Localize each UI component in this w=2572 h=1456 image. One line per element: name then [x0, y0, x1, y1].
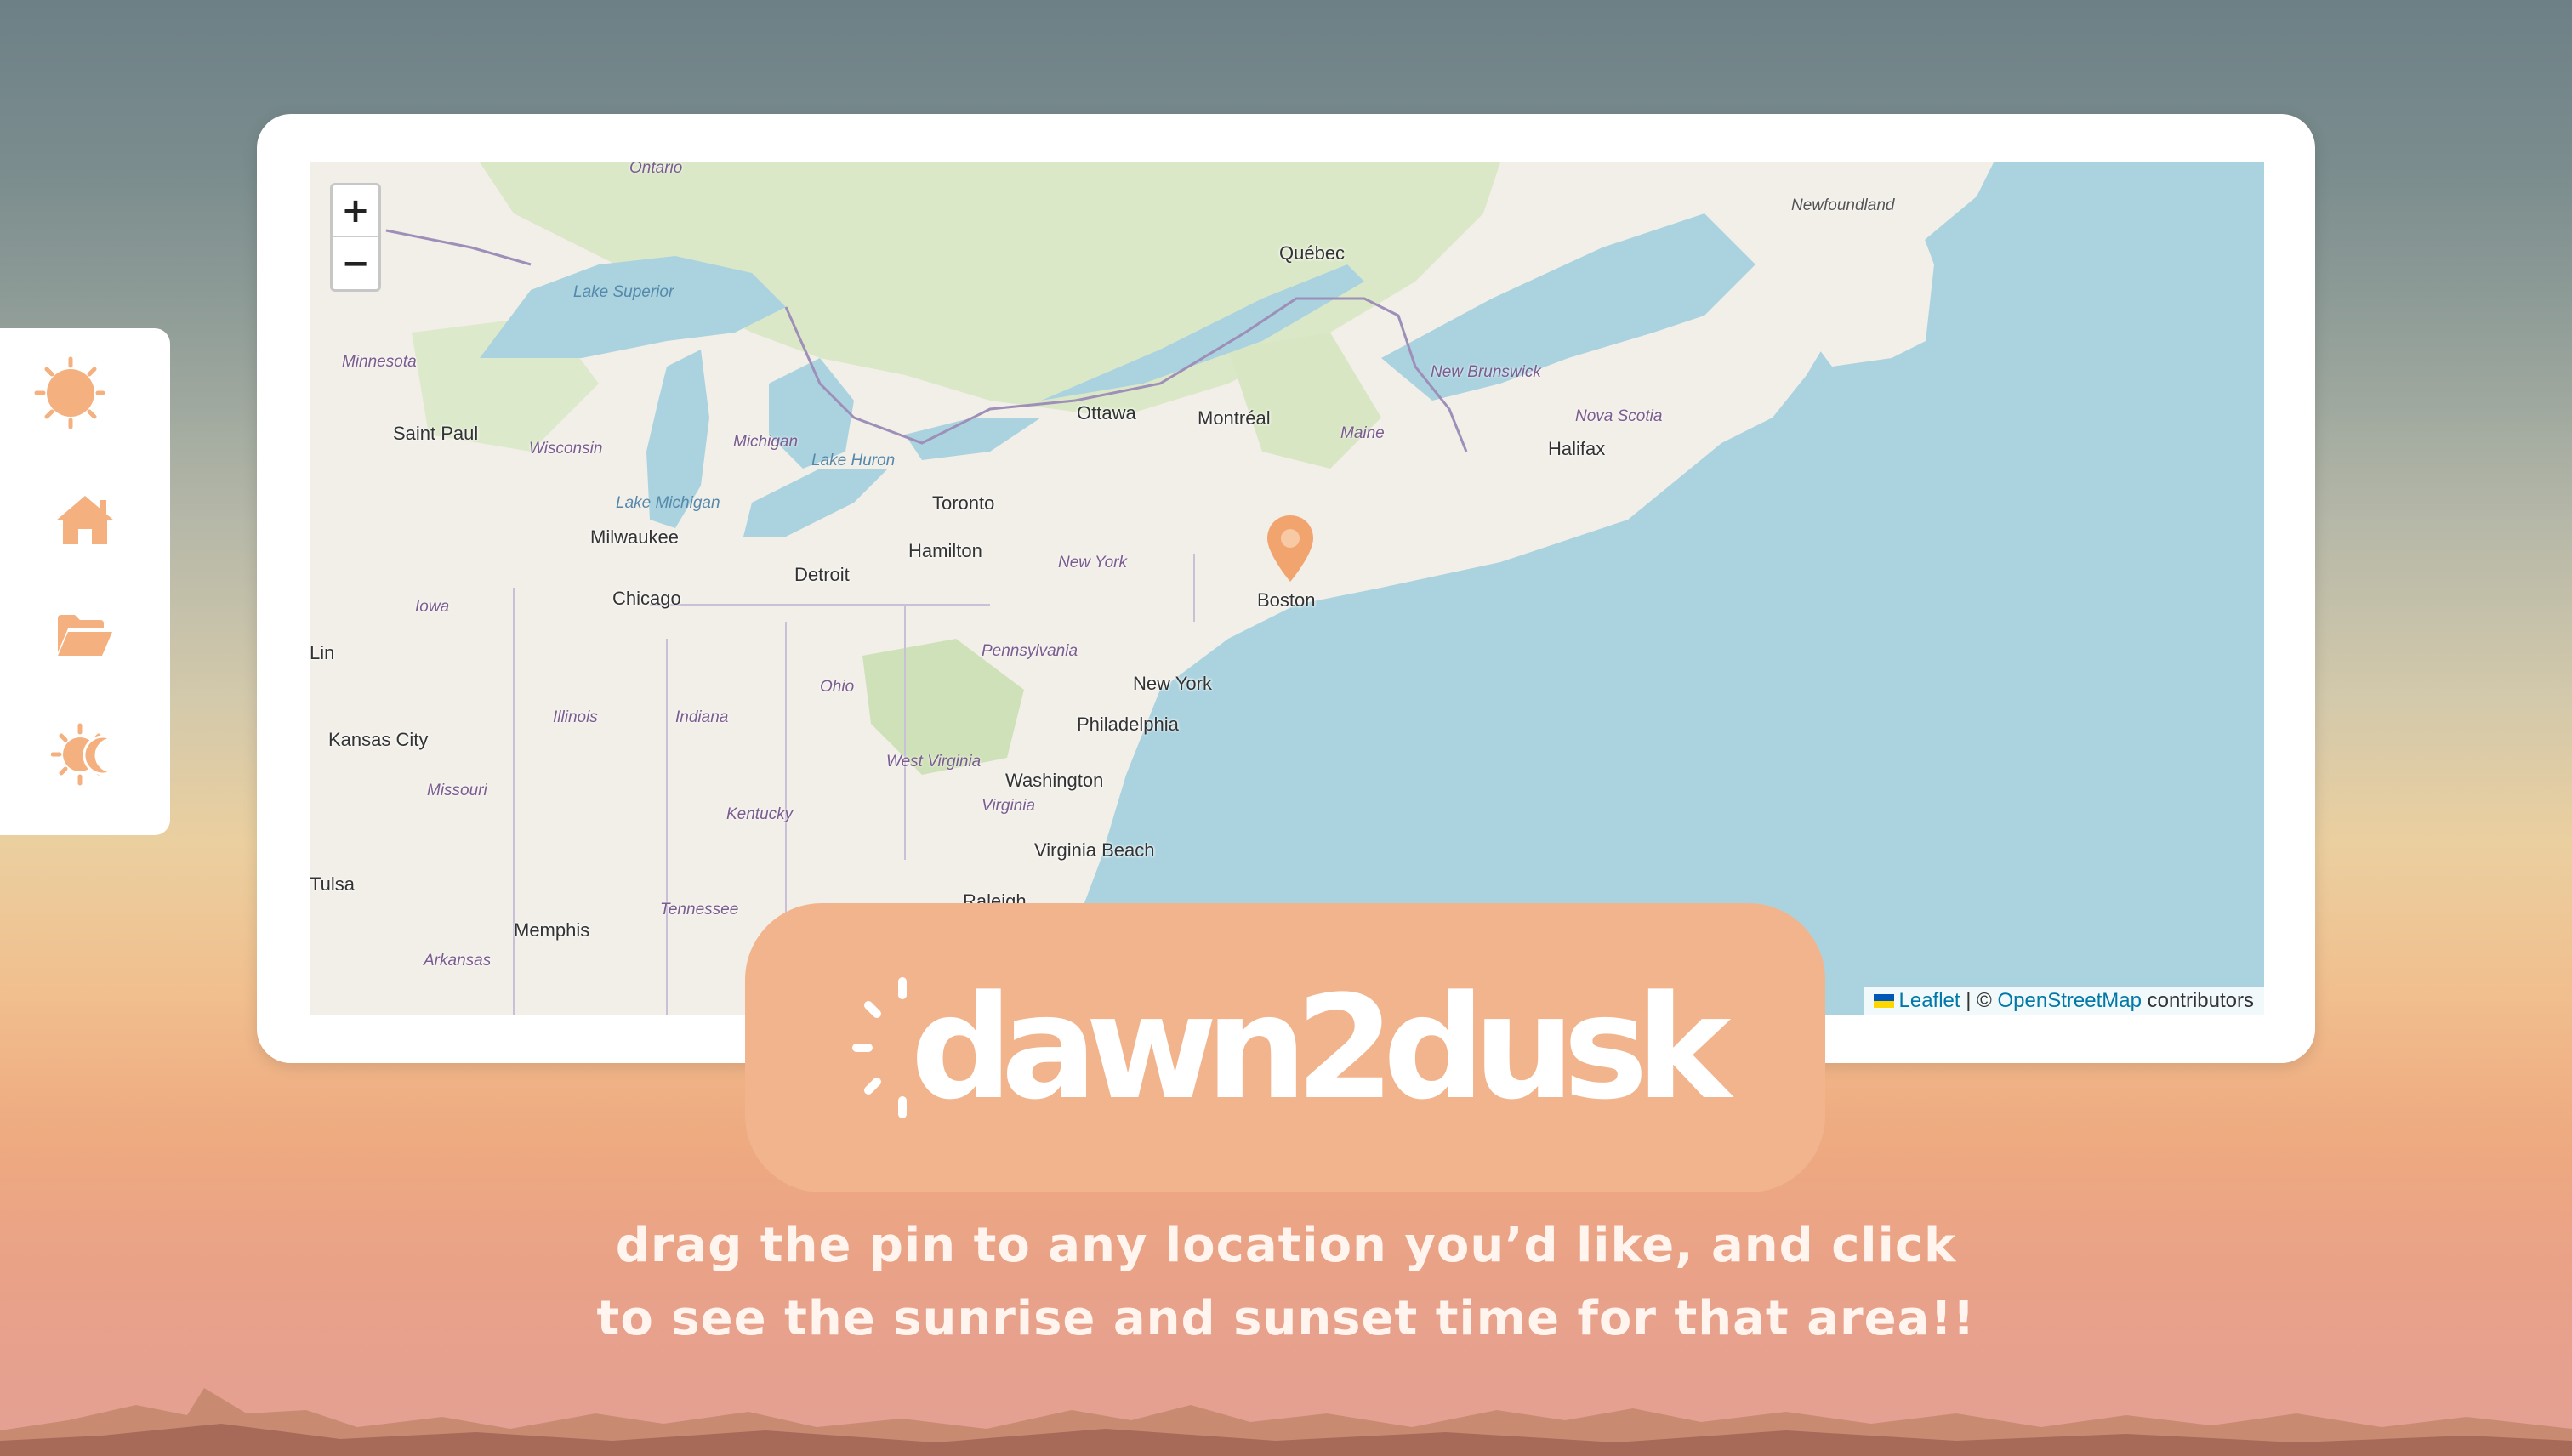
leaflet-link[interactable]: Leaflet — [1899, 989, 1960, 1012]
ukraine-flag-icon — [1873, 994, 1894, 1008]
folder-open-icon[interactable] — [0, 606, 170, 665]
map-label: Indiana — [675, 708, 729, 726]
mountains-decoration — [0, 1388, 2572, 1456]
map-label: Virginia — [982, 797, 1036, 815]
map-label: Kansas City — [328, 729, 429, 750]
attribution-suffix: contributors — [2141, 989, 2254, 1012]
map-label: Tulsa — [310, 873, 355, 895]
map-label: New Brunswick — [1431, 363, 1541, 381]
map-label: West Virginia — [886, 753, 982, 771]
attribution-separator: | © — [1960, 989, 1998, 1012]
map-label: Chicago — [612, 588, 681, 609]
map-label: Iowa — [415, 598, 450, 616]
map-label: Washington — [1005, 770, 1104, 791]
map-label: Philadelphia — [1077, 714, 1179, 735]
map-label: Detroit — [794, 564, 850, 585]
map-label: Lin — [310, 642, 335, 663]
map-label: Lake Huron — [811, 452, 896, 469]
map-label: Newfoundland — [1791, 196, 1895, 214]
map-label: Ontario — [629, 162, 683, 177]
map-label: New York — [1133, 673, 1212, 694]
osm-link[interactable]: OpenStreetMap — [1998, 989, 2142, 1012]
map-label: Minnesota — [342, 353, 417, 371]
map-label: Memphis — [514, 919, 590, 941]
map-label: Ottawa — [1077, 402, 1136, 424]
logo-banner: dawn2dusk — [745, 903, 1825, 1192]
map-label: Lake Michigan — [616, 494, 720, 512]
map-label: Halifax — [1548, 438, 1606, 459]
sun-moon-logo-icon[interactable] — [0, 354, 170, 432]
app-logo: dawn2dusk — [851, 964, 1732, 1131]
location-pin-icon[interactable] — [1266, 514, 1315, 583]
map-attribution: Leaflet | © OpenStreetMap contributors — [1863, 987, 2264, 1015]
map-label: Virginia Beach — [1034, 839, 1155, 861]
tagline-line-2: to see the sunrise and sunset time for t… — [596, 1291, 1976, 1346]
zoom-out-button[interactable]: − — [333, 237, 378, 289]
tagline: drag the pin to any location you’d like,… — [0, 1209, 2572, 1356]
map-label: Michigan — [733, 433, 799, 451]
map-label: Kentucky — [726, 805, 794, 823]
map-label: Lake Superior — [573, 283, 674, 301]
tagline-line-1: drag the pin to any location you’d like,… — [615, 1218, 1957, 1273]
zoom-in-button[interactable]: + — [333, 185, 378, 237]
map[interactable]: Québec Ottawa Montréal Saint Paul Toront… — [310, 162, 2264, 1015]
map-label: Maine — [1340, 424, 1385, 442]
logo-sun-rays-icon — [851, 977, 907, 1118]
map-label: Wisconsin — [529, 440, 603, 458]
map-label: New York — [1058, 554, 1127, 572]
map-label: Ohio — [820, 678, 855, 696]
map-label: Montréal — [1198, 407, 1271, 429]
map-label: Milwaukee — [590, 526, 679, 548]
map-label: Hamilton — [908, 540, 982, 561]
home-icon[interactable] — [0, 490, 170, 549]
sun-moon-icon[interactable] — [0, 721, 170, 788]
map-label: Illinois — [553, 708, 598, 726]
sidebar — [0, 328, 170, 835]
map-label: Pennsylvania — [982, 642, 1078, 660]
map-label: Saint Paul — [393, 423, 479, 444]
zoom-control: + − — [330, 183, 381, 292]
map-label: Nova Scotia — [1575, 407, 1663, 425]
map-label: Arkansas — [424, 952, 492, 970]
map-label: Boston — [1257, 589, 1316, 611]
map-label: Tennessee — [660, 901, 739, 919]
app-name: dawn2dusk — [910, 964, 1732, 1131]
map-label: Toronto — [932, 492, 995, 514]
map-label: Québec — [1279, 242, 1346, 264]
map-label: Missouri — [427, 782, 487, 799]
